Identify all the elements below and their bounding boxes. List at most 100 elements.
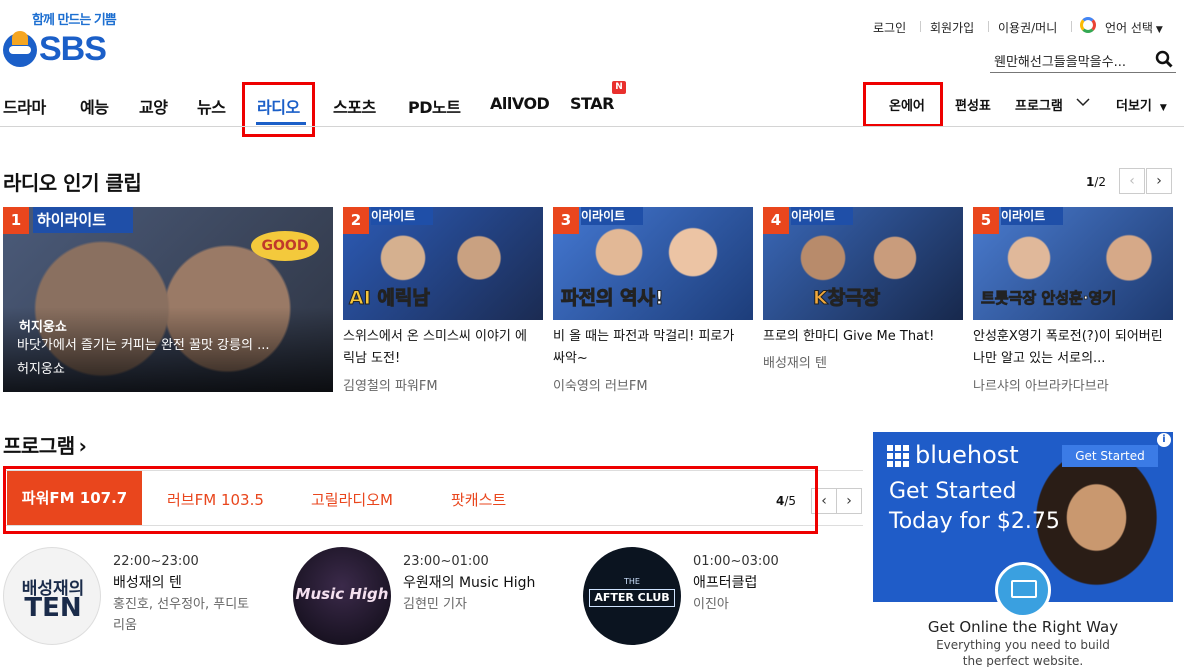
good-sticker-icon: GOOD bbox=[251, 231, 319, 261]
ad-info-icon[interactable]: i bbox=[1157, 433, 1171, 447]
clip-rank: 5 bbox=[973, 207, 999, 234]
clip-card-1[interactable]: 하이라이트 GOOD 1 허지웅쇼 바닷가에서 즐기는 커피는 완전 꿀맛 강릉… bbox=[3, 207, 333, 392]
ad-headline-2: Today for $2.75 bbox=[889, 509, 1060, 534]
programs-title-label: 프로그램 bbox=[3, 434, 75, 458]
highlight-tag: 이라이트 bbox=[1001, 207, 1063, 225]
ad-footer-line1: Everything you need to build bbox=[936, 638, 1110, 652]
language-select[interactable]: 언어 선택 ▼ bbox=[1105, 19, 1163, 36]
clip-overlay-sub: 허지웅쇼 bbox=[17, 362, 65, 377]
logo-line2: THE bbox=[624, 577, 640, 586]
logo-line1: AFTER CLUB bbox=[589, 589, 675, 607]
program-time: 01:00~03:00 bbox=[693, 554, 779, 569]
program-host: 이진아 bbox=[693, 597, 729, 612]
ad-headline-1: Get Started bbox=[889, 479, 1017, 504]
nav-sports[interactable]: 스포츠 bbox=[333, 94, 376, 118]
new-badge: N bbox=[612, 81, 626, 94]
util-divider bbox=[920, 21, 921, 32]
chevron-right-icon: › bbox=[846, 493, 852, 509]
clip-rank: 2 bbox=[343, 207, 369, 234]
program-name[interactable]: 우원재의 Music High bbox=[403, 572, 535, 592]
google-translate-icon bbox=[1080, 17, 1096, 33]
onair-link[interactable]: 온에어 bbox=[889, 95, 925, 114]
nav-allvod[interactable]: AllVOD bbox=[490, 94, 550, 113]
chevron-down-icon bbox=[1076, 98, 1090, 107]
caret-down-icon: ▼ bbox=[1152, 25, 1163, 35]
logo-tagline: 함께 만드는 기쁨 bbox=[32, 13, 117, 28]
ad-brand: bluehost bbox=[915, 441, 1019, 469]
highlight-tag: 이라이트 bbox=[371, 207, 433, 225]
clip-program[interactable]: 배성재의 텐 bbox=[763, 352, 827, 371]
sbs-logo[interactable]: SBS bbox=[3, 30, 121, 74]
clip-card-2[interactable]: 이라이트 2 AI 에릭남 bbox=[343, 207, 543, 320]
logo-line2: TEN bbox=[24, 593, 82, 623]
clip-rank: 4 bbox=[763, 207, 789, 234]
clip-title[interactable]: 비 올 때는 파전과 막걸리! 피로가 싸악~ bbox=[553, 326, 743, 370]
ad-cta-button[interactable]: Get Started bbox=[1062, 445, 1158, 467]
nav-news[interactable]: 뉴스 bbox=[197, 94, 226, 118]
caret-down-icon: ▼ bbox=[1159, 103, 1167, 113]
program-menu[interactable]: 프로그램 bbox=[1015, 95, 1063, 114]
ad-footer-title: Get Online the Right Way bbox=[927, 618, 1119, 636]
clips-next-button[interactable]: › bbox=[1146, 168, 1172, 194]
search-input[interactable]: 웬만해선그들을막을수... bbox=[994, 51, 1126, 70]
signup-link[interactable]: 회원가입 bbox=[930, 19, 974, 36]
clip-program[interactable]: 이숙영의 러브FM bbox=[553, 375, 648, 394]
nav-drama[interactable]: 드라마 bbox=[3, 94, 46, 118]
program-logo-musichigh[interactable]: Music High bbox=[293, 547, 391, 645]
language-label: 언어 선택 bbox=[1105, 21, 1153, 35]
nav-variety[interactable]: 예능 bbox=[80, 94, 109, 118]
clip-rank: 1 bbox=[3, 207, 29, 234]
clip-title[interactable]: 프로의 한마디 Give Me That! bbox=[763, 326, 963, 348]
clip-card-4[interactable]: 이라이트 4 K창극장 bbox=[763, 207, 963, 320]
search-icon[interactable] bbox=[1155, 50, 1173, 68]
clip-rank: 3 bbox=[553, 207, 579, 234]
program-menu-label: 프로그램 bbox=[1015, 99, 1063, 114]
ad-footer-line2: the perfect website. bbox=[962, 654, 1084, 667]
nav-star[interactable]: STAR bbox=[570, 94, 614, 113]
programs-next-button[interactable]: › bbox=[836, 488, 862, 514]
logo-text: SBS bbox=[39, 30, 107, 68]
bluehost-grid-icon bbox=[887, 445, 909, 467]
ticket-link[interactable]: 이용권/머니 bbox=[998, 19, 1057, 36]
program-name[interactable]: 애프터클럽 bbox=[693, 572, 757, 592]
ad-banner[interactable]: bluehost Get Started i Get Started Today… bbox=[873, 432, 1173, 667]
login-link[interactable]: 로그인 bbox=[873, 19, 906, 36]
thumb-caption: AI 에릭남 bbox=[349, 287, 431, 310]
util-divider bbox=[988, 21, 989, 32]
nav-culture[interactable]: 교양 bbox=[139, 94, 168, 118]
monitor-icon bbox=[995, 562, 1051, 618]
program-host: 홍진호, 선우정아, 푸디토 bbox=[113, 597, 250, 612]
thumb-caption: K창극장 bbox=[812, 287, 881, 310]
highlight-tag: 하이라이트 bbox=[33, 207, 133, 233]
clips-section-title: 라디오 인기 클립 bbox=[3, 171, 142, 195]
program-host: 리움 bbox=[113, 618, 137, 633]
more-menu-label: 더보기 bbox=[1116, 99, 1152, 114]
highlight-box-radio bbox=[242, 82, 315, 137]
chevron-left-icon: ‹ bbox=[1129, 173, 1135, 189]
chevron-right-icon: › bbox=[78, 434, 87, 458]
clips-prev-button[interactable]: ‹ bbox=[1119, 168, 1145, 194]
clip-program[interactable]: 김영철의 파워FM bbox=[343, 375, 438, 394]
pager-total: /2 bbox=[1094, 175, 1107, 189]
chevron-right-icon: › bbox=[1156, 173, 1162, 189]
highlight-box-program-tabs bbox=[3, 466, 818, 534]
more-menu[interactable]: 더보기 ▼ bbox=[1116, 95, 1167, 114]
program-name[interactable]: 배성재의 텐 bbox=[113, 572, 182, 592]
clip-title[interactable]: 스위스에서 온 스미스씨 이야기 에릭남 도전! bbox=[343, 326, 533, 370]
thumb-caption: 허지웅쇼 bbox=[19, 320, 67, 335]
schedule-link[interactable]: 편성표 bbox=[955, 95, 991, 114]
thumb-caption: 파전의 역사! bbox=[561, 287, 665, 310]
program-time: 22:00~23:00 bbox=[113, 554, 199, 569]
clip-card-3[interactable]: 이라이트 3 파전의 역사! bbox=[553, 207, 753, 320]
program-logo-afterclub[interactable]: THE AFTER CLUB bbox=[583, 547, 681, 645]
nav-pdnote[interactable]: PD노트 bbox=[408, 94, 461, 118]
clip-card-5[interactable]: 이라이트 5 트롯극장 안성훈·영기 bbox=[973, 207, 1173, 320]
clips-pager: 1/2 bbox=[1086, 175, 1106, 189]
logo-line1: Music High bbox=[295, 585, 389, 603]
program-logo-ten[interactable]: 배성재의 TEN bbox=[3, 547, 101, 645]
highlight-tag: 이라이트 bbox=[791, 207, 853, 225]
thumb-caption: 트롯극장 안성훈·영기 bbox=[981, 289, 1117, 308]
clip-title[interactable]: 안성훈X영기 폭로전(?)이 되어버린 나만 알고 있는 서로의... bbox=[973, 326, 1168, 370]
programs-section-title[interactable]: 프로그램 › bbox=[3, 430, 87, 459]
clip-program[interactable]: 나르샤의 아브라카다브라 bbox=[973, 375, 1109, 394]
